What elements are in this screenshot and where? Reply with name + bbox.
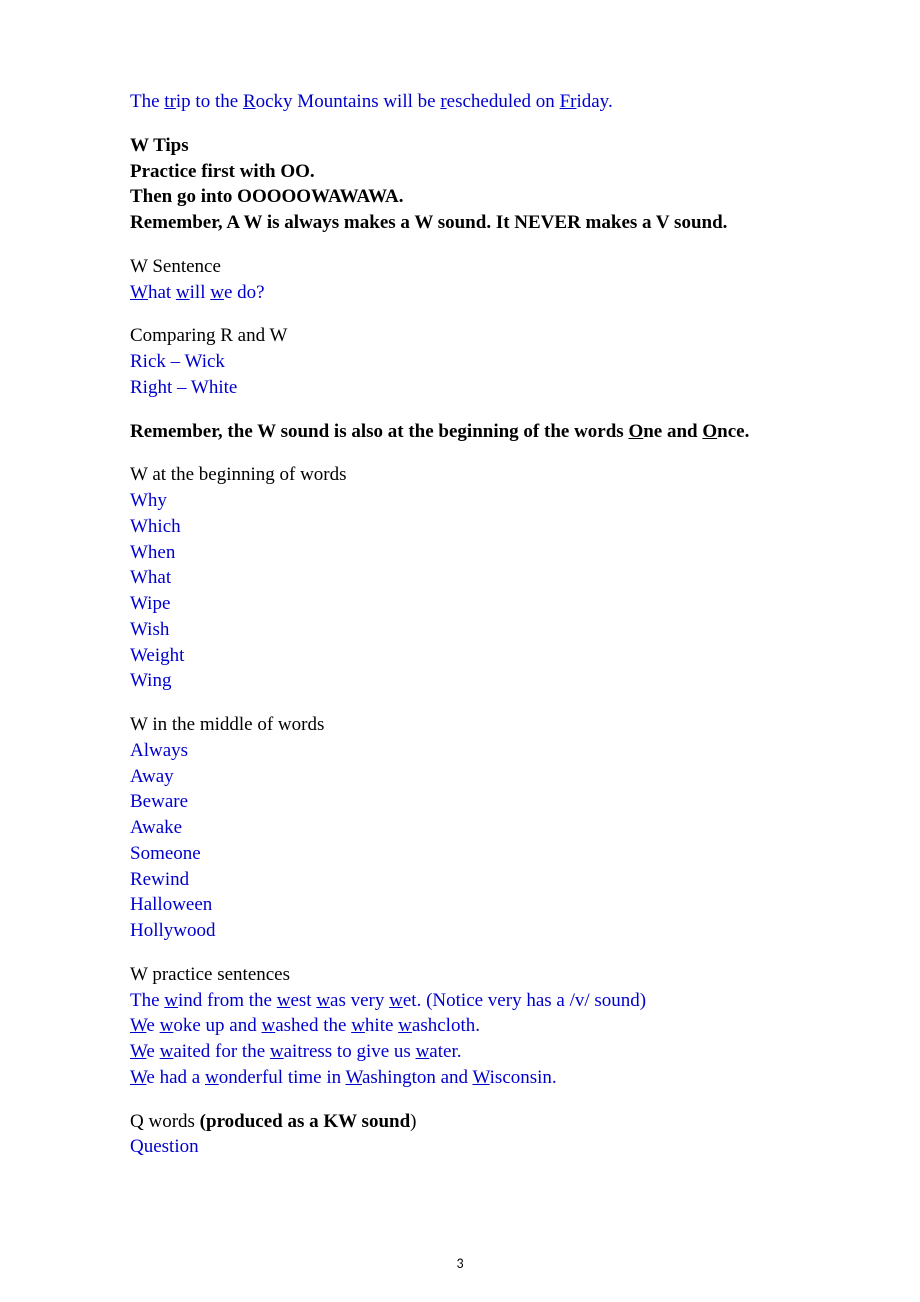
practice-sentence: The wind from the west was very wet. (No…	[130, 989, 800, 1013]
word-item: Hollywood	[130, 919, 800, 943]
underline: w	[277, 990, 291, 1011]
underline: tr	[164, 91, 176, 112]
text: as very	[330, 990, 389, 1011]
text: ater.	[429, 1041, 461, 1062]
word-item: Someone	[130, 842, 800, 866]
top-sentence: The trip to the Rocky Mountains will be …	[130, 90, 800, 114]
word-item: Awake	[130, 816, 800, 840]
underline: w	[270, 1041, 284, 1062]
text: e had a	[146, 1067, 205, 1088]
underline: w	[416, 1041, 430, 1062]
word-item: Rewind	[130, 868, 800, 892]
w-practice-heading: W practice sentences	[130, 963, 800, 987]
underline: W	[130, 1067, 146, 1088]
underline: w	[351, 1015, 365, 1036]
text: oke up and	[173, 1015, 261, 1036]
w-sentence-line: What will we do?	[130, 281, 800, 305]
q-words-heading: Q words (produced as a KW sound)	[130, 1110, 800, 1134]
text: ind from the	[178, 990, 277, 1011]
page-number: 3	[456, 1255, 463, 1272]
word-item: Which	[130, 515, 800, 539]
text: ashcloth.	[412, 1015, 480, 1036]
underline: W	[346, 1067, 362, 1088]
text: ashington and	[362, 1067, 472, 1088]
underline: O	[628, 421, 643, 442]
text: hite	[365, 1015, 398, 1036]
text: aitress to give us	[284, 1041, 416, 1062]
word-item: Why	[130, 489, 800, 513]
text: e	[146, 1015, 159, 1036]
text: (produced as a KW sound	[200, 1111, 410, 1132]
word-item: Always	[130, 739, 800, 763]
text: onderful time in	[219, 1067, 346, 1088]
comparing-line: Right – White	[130, 376, 800, 400]
text: nce.	[717, 421, 749, 442]
word-item: Wing	[130, 669, 800, 693]
text: ill	[190, 282, 211, 303]
word-item: Away	[130, 765, 800, 789]
underline: O	[702, 421, 717, 442]
text: The	[130, 990, 164, 1011]
w-beginning-heading: W at the beginning of words	[130, 463, 800, 487]
text: The	[130, 91, 164, 112]
practice-sentence: We woke up and washed the white washclot…	[130, 1014, 800, 1038]
underline: w	[210, 282, 224, 303]
practice-sentence: We had a wonderful time in Washington an…	[130, 1066, 800, 1090]
text: hat	[148, 282, 176, 303]
word-item: What	[130, 566, 800, 590]
practice-sentence: We waited for the waitress to give us wa…	[130, 1040, 800, 1064]
underline: w	[164, 990, 178, 1011]
underline: W	[130, 282, 148, 303]
word-item: When	[130, 541, 800, 565]
underline: W	[130, 1015, 146, 1036]
text: isconsin.	[490, 1067, 557, 1088]
comparing-heading: Comparing R and W	[130, 324, 800, 348]
underline: W	[130, 1041, 146, 1062]
text: e	[146, 1041, 159, 1062]
underline: R	[243, 91, 256, 112]
underline: w	[389, 990, 403, 1011]
text: ip to the	[176, 91, 243, 112]
w-tips-line: Practice first with OO.	[130, 160, 800, 184]
underline: W	[472, 1067, 489, 1088]
remember-w-line: Remember, the W sound is also at the beg…	[130, 420, 800, 444]
w-tips-heading: W Tips	[130, 134, 800, 158]
underline: w	[398, 1015, 412, 1036]
w-tips-line: Then go into OOOOOWAWAWA.	[130, 185, 800, 209]
text: Remember, the W sound is also at the beg…	[130, 421, 628, 442]
text: et. (Notice very has a /v/ sound)	[403, 990, 646, 1011]
w-middle-heading: W in the middle of words	[130, 713, 800, 737]
w-sentence-heading: W Sentence	[130, 255, 800, 279]
text: iday.	[576, 91, 612, 112]
underline: w	[176, 282, 190, 303]
text: ashed the	[275, 1015, 351, 1036]
underline: w	[160, 1015, 174, 1036]
underline: w	[316, 990, 330, 1011]
underline: w	[205, 1067, 219, 1088]
text: )	[410, 1111, 416, 1132]
word-item: Question	[130, 1135, 800, 1159]
underline: w	[261, 1015, 275, 1036]
text: ocky Mountains will be	[256, 91, 441, 112]
text: Q words	[130, 1111, 200, 1132]
text: e do?	[224, 282, 265, 303]
underline: Fr	[560, 91, 577, 112]
text: ne and	[643, 421, 702, 442]
word-item: Weight	[130, 644, 800, 668]
text: est	[290, 990, 316, 1011]
w-tips-line: Remember, A W is always makes a W sound.…	[130, 211, 800, 235]
word-item: Halloween	[130, 893, 800, 917]
word-item: Wish	[130, 618, 800, 642]
word-item: Wipe	[130, 592, 800, 616]
word-item: Beware	[130, 790, 800, 814]
page: The trip to the Rocky Mountains will be …	[0, 0, 920, 1302]
text: aited for the	[173, 1041, 270, 1062]
comparing-line: Rick – Wick	[130, 350, 800, 374]
text: escheduled on	[447, 91, 560, 112]
underline: w	[160, 1041, 174, 1062]
